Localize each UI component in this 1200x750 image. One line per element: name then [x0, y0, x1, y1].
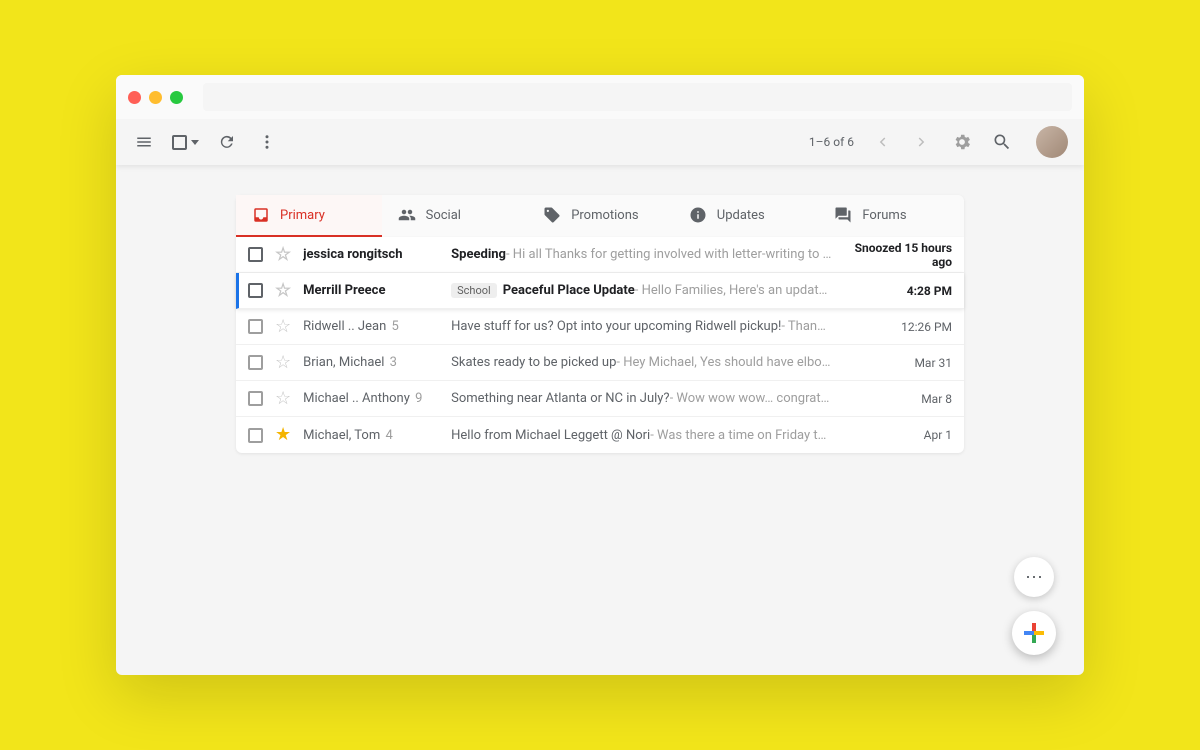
- tab-updates[interactable]: Updates: [673, 195, 819, 237]
- star-toggle[interactable]: ☆: [275, 282, 291, 300]
- star-toggle[interactable]: ★: [275, 426, 291, 444]
- subject-line: Speeding - Hi all Thanks for getting inv…: [451, 247, 832, 262]
- forum-icon: [834, 206, 852, 224]
- compose-fab[interactable]: [1012, 611, 1056, 655]
- email-row[interactable]: ☆ Brian, Michael 3Skates ready to be pick…: [236, 345, 964, 381]
- sender: Ridwell .. Jean 5: [303, 319, 451, 334]
- tab-forums[interactable]: Forums: [818, 195, 964, 237]
- inbox-icon: [252, 206, 270, 224]
- fab-group: ⋯: [1012, 557, 1056, 655]
- refresh-icon: [218, 133, 236, 151]
- star-toggle[interactable]: ☆: [275, 390, 291, 408]
- titlebar: [116, 75, 1084, 119]
- tab-social[interactable]: Social: [382, 195, 528, 237]
- next-page-button[interactable]: [910, 130, 934, 154]
- menu-button[interactable]: [132, 130, 156, 154]
- email-row[interactable]: ☆ Ridwell .. Jean 5Have stuff for us? Opt…: [236, 309, 964, 345]
- email-row[interactable]: ☆ Merrill PreeceSchoolPeaceful Place Upda…: [236, 273, 964, 309]
- star-toggle[interactable]: ☆: [275, 354, 291, 372]
- plus-icon: [1024, 623, 1044, 643]
- category-tabs: Primary Social Promotions Updates Forums: [236, 195, 964, 237]
- subject-line: Hello from Michael Leggett @ Nori - Was …: [451, 428, 832, 443]
- star-toggle[interactable]: ☆: [275, 318, 291, 336]
- date-label: Mar 31: [842, 356, 952, 370]
- search-icon: [992, 132, 1012, 152]
- date-label: 4:28 PM: [842, 284, 952, 298]
- date-label: Snoozed 15 hours ago: [842, 241, 952, 269]
- row-checkbox[interactable]: [248, 391, 263, 406]
- sender: Merrill Preece: [303, 283, 451, 298]
- more-actions-fab[interactable]: ⋯: [1014, 557, 1054, 597]
- tab-label: Primary: [280, 208, 325, 223]
- more-horiz-icon: ⋯: [1025, 567, 1043, 588]
- subject-line: Something near Atlanta or NC in July? - …: [451, 391, 832, 406]
- date-label: 12:26 PM: [842, 320, 952, 334]
- tab-label: Social: [426, 208, 461, 223]
- refresh-button[interactable]: [215, 130, 239, 154]
- more-vert-icon: [258, 133, 276, 151]
- minimize-window-button[interactable]: [149, 91, 162, 104]
- gear-icon: [952, 132, 972, 152]
- email-list: ☆ jessica rongitschSpeeding - Hi all Than…: [236, 237, 964, 453]
- tab-label: Updates: [717, 208, 765, 223]
- checkbox-icon: [172, 135, 187, 150]
- info-icon: [689, 206, 707, 224]
- close-window-button[interactable]: [128, 91, 141, 104]
- search-button[interactable]: [990, 130, 1014, 154]
- tab-label: Promotions: [571, 208, 638, 223]
- row-checkbox[interactable]: [248, 319, 263, 334]
- toolbar: 1–6 of 6: [116, 119, 1084, 165]
- tag-icon: [543, 206, 561, 224]
- maximize-window-button[interactable]: [170, 91, 183, 104]
- email-row[interactable]: ★ Michael, Tom 4Hello from Michael Legget…: [236, 417, 964, 453]
- app-window: 1–6 of 6 Primary Social Promotions Updates F…: [116, 75, 1084, 675]
- subject-line: SchoolPeaceful Place Update - Hello Fami…: [451, 283, 832, 298]
- sender: Michael, Tom 4: [303, 428, 451, 443]
- tab-promotions[interactable]: Promotions: [527, 195, 673, 237]
- prev-page-button[interactable]: [870, 130, 894, 154]
- url-bar[interactable]: [203, 83, 1072, 111]
- row-checkbox[interactable]: [248, 355, 263, 370]
- date-label: Apr 1: [842, 428, 952, 442]
- date-label: Mar 8: [842, 392, 952, 406]
- pagination-label: 1–6 of 6: [809, 135, 854, 149]
- subject-line: Skates ready to be picked up - Hey Micha…: [451, 355, 832, 370]
- row-checkbox[interactable]: [248, 428, 263, 443]
- sender: jessica rongitsch: [303, 247, 451, 262]
- label-chip: School: [451, 283, 497, 298]
- sender: Michael .. Anthony 9: [303, 391, 451, 406]
- more-button[interactable]: [255, 130, 279, 154]
- chevron-down-icon: [191, 140, 199, 145]
- people-icon: [398, 206, 416, 224]
- row-checkbox[interactable]: [248, 283, 263, 298]
- chevron-left-icon: [873, 133, 891, 151]
- settings-button[interactable]: [950, 130, 974, 154]
- tab-label: Forums: [862, 208, 906, 223]
- select-all-toggle[interactable]: [172, 135, 199, 150]
- subject-line: Have stuff for us? Opt into your upcomin…: [451, 319, 832, 334]
- email-row[interactable]: ☆ jessica rongitschSpeeding - Hi all Than…: [236, 237, 964, 273]
- email-row[interactable]: ☆ Michael .. Anthony 9Something near Atla…: [236, 381, 964, 417]
- content-area: Primary Social Promotions Updates Forums ☆ je…: [116, 165, 1084, 453]
- chevron-right-icon: [913, 133, 931, 151]
- avatar[interactable]: [1036, 126, 1068, 158]
- row-checkbox[interactable]: [248, 247, 263, 262]
- hamburger-icon: [135, 133, 153, 151]
- star-toggle[interactable]: ☆: [275, 246, 291, 264]
- sender: Brian, Michael 3: [303, 355, 451, 370]
- tab-primary[interactable]: Primary: [236, 195, 382, 237]
